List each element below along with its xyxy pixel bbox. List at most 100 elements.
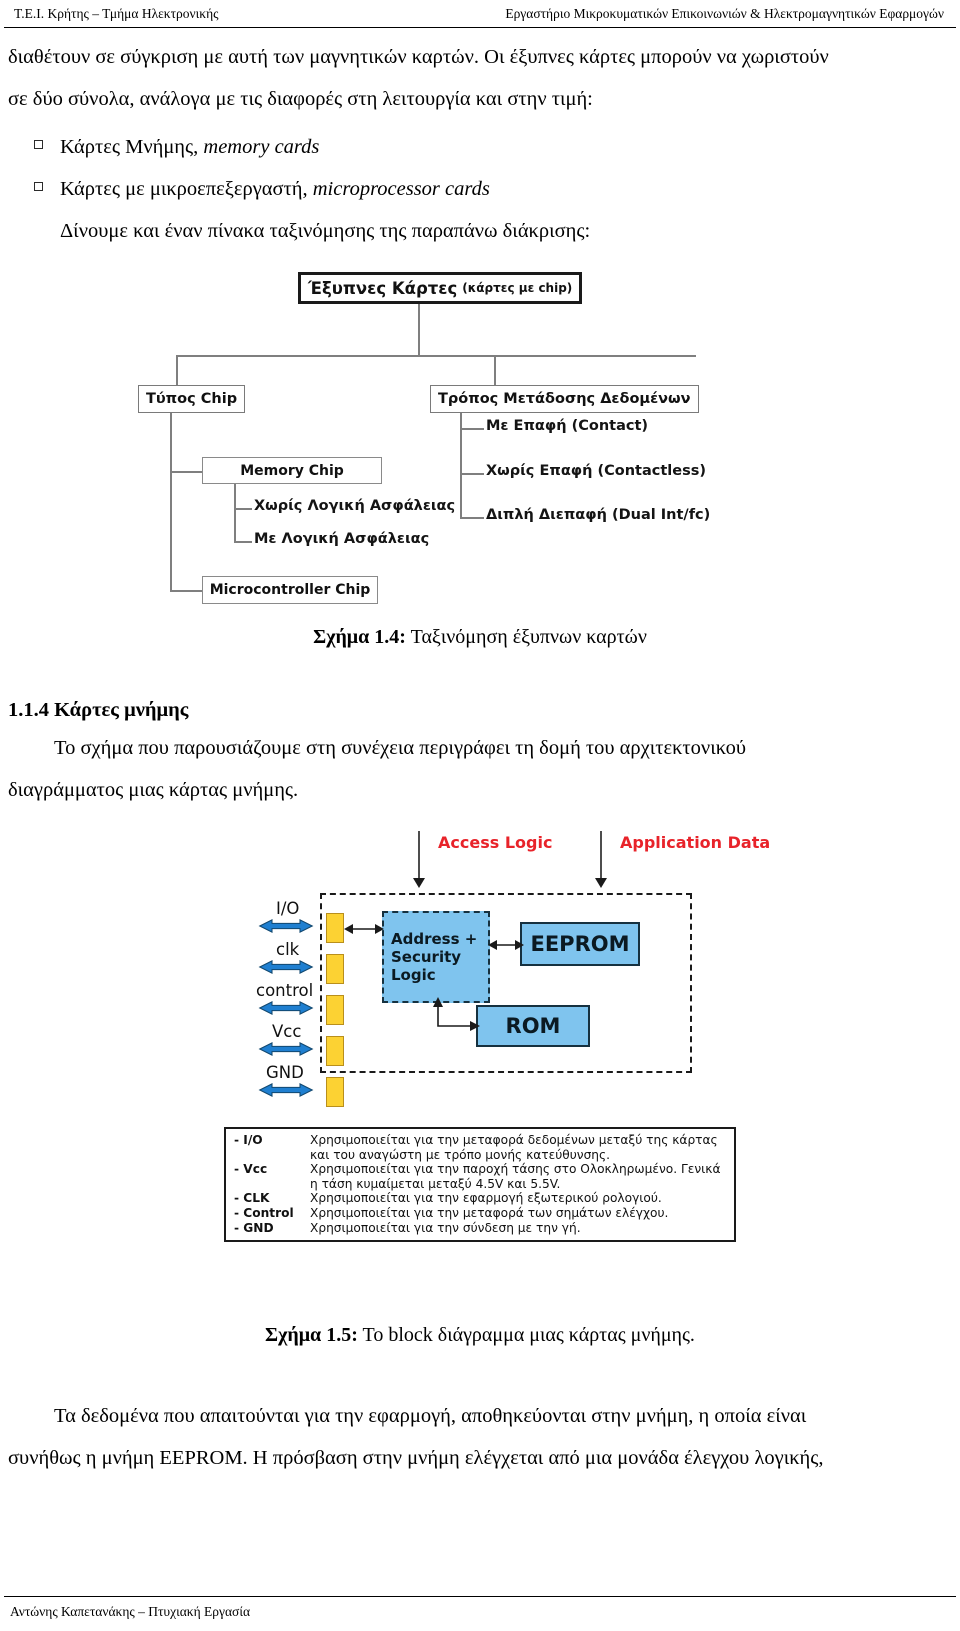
legend-value: Χρησιμοποιείται για την μεταφορά δεδομέν… bbox=[310, 1133, 718, 1162]
tree-line-to-leaf-no-logic bbox=[234, 508, 252, 510]
list-item: Κάρτες με μικροεπεξεργαστή, microprocess… bbox=[8, 168, 952, 210]
figure-1-4-caption-text: Ταξινόμηση έξυπνων καρτών bbox=[410, 626, 647, 648]
list-item: Κάρτες Μνήμης, memory cards bbox=[8, 126, 952, 168]
legend-row: - I/O Χρησιμοποιείται για την μεταφορά δ… bbox=[234, 1133, 728, 1162]
tree-node-microcontroller-chip: Microcontroller Chip bbox=[202, 576, 378, 604]
block-asl-line-2: Security bbox=[391, 948, 462, 966]
tree-leaf-with-security-logic: Με Λογική Ασφάλειας bbox=[254, 531, 430, 547]
bidirectional-arrow-control-icon bbox=[258, 1001, 314, 1015]
bidirectional-arrow-clk-icon bbox=[258, 960, 314, 974]
connector-logic-to-eeprom-icon bbox=[488, 940, 524, 950]
legend-value: Χρησιμοποιείται για την σύνδεση με την γ… bbox=[310, 1220, 581, 1235]
tree-line-right-drop bbox=[494, 355, 496, 385]
pin-label-vcc: Vcc bbox=[272, 1022, 302, 1041]
legend-key: - GND bbox=[234, 1220, 274, 1235]
paragraph-1-line-2: σε δύο σύνολα, ανάλογα με τις διαφορές σ… bbox=[8, 88, 593, 110]
tree-line-memory-rail bbox=[234, 484, 236, 542]
paragraph-after-bullets: Δίνουμε και έναν πίνακα ταξινόμησης της … bbox=[60, 220, 591, 242]
pin-label-clk: clk bbox=[276, 940, 300, 959]
connector-rom-to-logic-icon bbox=[433, 997, 480, 1031]
paragraph-2-line-1: Το σχήμα που παρουσιάζουμε στη συνέχεια … bbox=[54, 737, 746, 759]
pin-label-io: I/O bbox=[276, 899, 300, 918]
legend-value: Χρησιμοποιείται για την εφαρμογή εξωτερι… bbox=[310, 1191, 662, 1206]
contact-pad-control bbox=[326, 995, 344, 1025]
figure-1-5-caption: Σχήμα 1.5: Το block διάγραμμα μιας κάρτα… bbox=[8, 1319, 952, 1351]
paragraph-3-line-2: συνήθως η μνήμη EEPROM. Η πρόσβαση στην … bbox=[8, 1447, 824, 1469]
block-address-security-logic: Address + Security Logic bbox=[382, 911, 490, 1003]
bullet-square-icon bbox=[34, 140, 43, 149]
document-content: διαθέτουν σε σύγκριση με αυτή των μαγνητ… bbox=[8, 36, 952, 1479]
figure-1-5-caption-text: Το block διάγραμμα μιας κάρτας μνήμης. bbox=[362, 1324, 695, 1346]
bidirectional-arrow-io-icon bbox=[258, 919, 314, 933]
header-left-text: Τ.Ε.Ι. Κρήτης – Τμήμα Ηλεκτρονικής bbox=[14, 6, 219, 21]
block-eeprom: EEPROM bbox=[520, 922, 640, 966]
bullet-square-icon bbox=[34, 182, 43, 191]
bullet-2-latin: microprocessor cards bbox=[312, 178, 490, 200]
figure-1-4-caption-label: Σχήμα 1.4: bbox=[313, 626, 406, 648]
legend-key: - I/O bbox=[234, 1133, 263, 1147]
tree-line-left-drop bbox=[176, 355, 178, 385]
block-asl-line-1: Address + bbox=[391, 930, 478, 948]
bullet-1-latin: memory cards bbox=[203, 136, 320, 158]
tree-line-to-memory-chip bbox=[170, 471, 202, 473]
legend-row: - CLK Χρησιμοποιείται για την εφαρμογή ε… bbox=[234, 1191, 728, 1206]
arrow-access-logic-pointer bbox=[413, 831, 425, 888]
figure-1-4-classification-tree: Έξυπνες Κάρτες (κάρτες με chip) Τύπος Ch… bbox=[130, 268, 830, 613]
tree-node-root: Έξυπνες Κάρτες (κάρτες με chip) bbox=[298, 272, 583, 304]
block-asl-line-3: Logic bbox=[391, 966, 436, 984]
legend-row: - Vcc Χρησιμοποιείται για την παροχή τάσ… bbox=[234, 1162, 728, 1191]
tree-leaf-contact: Με Επαφή (Contact) bbox=[486, 418, 649, 434]
legend-key: - CLK bbox=[234, 1191, 270, 1206]
tree-line-to-leaf-contactless bbox=[460, 473, 484, 475]
tree-line-to-leaf-dual bbox=[460, 517, 484, 519]
contact-pad-gnd bbox=[326, 1077, 344, 1107]
paragraph-1-line-1: διαθέτουν σε σύγκριση με αυτή των μαγνητ… bbox=[8, 46, 829, 68]
tree-node-transmission-type: Τρόπος Μετάδοσης Δεδομένων bbox=[430, 385, 699, 413]
legend-value: Χρησιμοποιείται για την μεταφορά των σημ… bbox=[310, 1205, 669, 1220]
tree-line-root-stem bbox=[418, 304, 420, 356]
legend-key: - Vcc bbox=[234, 1162, 268, 1177]
tree-node-chip-type: Τύπος Chip bbox=[138, 385, 246, 413]
header-right-text: Εργαστήριο Μικροκυματικών Επικοινωνιών &… bbox=[505, 6, 944, 21]
tree-line-to-leaf-contact bbox=[460, 428, 484, 430]
tree-line-left-rail bbox=[170, 413, 172, 543]
tree-line-left-rail-lower bbox=[170, 543, 172, 591]
annotation-application-data: Application Data bbox=[620, 833, 771, 852]
pin-label-control: control bbox=[256, 981, 314, 1000]
pin-label-gnd: GND bbox=[266, 1063, 304, 1082]
paragraph-2-line-2: διαγράμματος μιας κάρτας μνήμης. bbox=[8, 779, 299, 801]
page-header: Τ.Ε.Ι. Κρήτης – Τμήμα Ηλεκτρονικής Εργασ… bbox=[0, 6, 960, 28]
contact-pad-clk bbox=[326, 954, 344, 984]
annotation-access-logic: Access Logic bbox=[438, 833, 553, 852]
footer-divider bbox=[4, 1596, 956, 1597]
bidirectional-arrow-gnd-icon bbox=[258, 1083, 314, 1097]
bidirectional-arrow-vcc-icon bbox=[258, 1042, 314, 1056]
tree-line-spine bbox=[176, 355, 696, 357]
header-divider bbox=[4, 27, 956, 28]
tree-line-to-leaf-with-logic bbox=[234, 541, 252, 543]
connector-pad-to-logic-icon bbox=[344, 924, 384, 934]
bullet-1-greek: Κάρτες Μνήμης, bbox=[60, 136, 199, 158]
page-footer: Αντώνης Καπετανάκης – Πτυχιακή Εργασία bbox=[10, 1604, 251, 1619]
legend-row: - GND Χρησιμοποιείται για την σύνδεση με… bbox=[234, 1221, 728, 1236]
tree-line-to-microcontroller-chip bbox=[170, 590, 202, 592]
legend-key: - Control bbox=[234, 1205, 294, 1220]
legend-row: - Control Χρησιμοποιείται για την μεταφο… bbox=[234, 1206, 728, 1221]
section-heading-1-1-4: 1.1.4 Κάρτες μνήμης bbox=[8, 699, 189, 721]
tree-node-root-sub: (κάρτες με chip) bbox=[462, 281, 573, 295]
tree-node-memory-chip: Memory Chip bbox=[202, 457, 382, 484]
figure-1-4-caption: Σχήμα 1.4: Ταξινόμηση έξυπνων καρτών bbox=[8, 621, 952, 653]
tree-node-root-main: Έξυπνες Κάρτες bbox=[308, 278, 458, 298]
contact-pad-io bbox=[326, 913, 344, 943]
bullet-2-greek: Κάρτες με μικροεπεξεργαστή, bbox=[60, 178, 308, 200]
tree-leaf-dual-interface: Διπλή Διεπαφή (Dual Int/fc) bbox=[486, 507, 711, 523]
tree-leaf-without-security-logic: Χωρίς Λογική Ασφάλειας bbox=[254, 498, 456, 514]
paragraph-3-line-1: Τα δεδομένα που απαιτούνται για την εφαρ… bbox=[54, 1405, 807, 1427]
arrow-application-data-pointer bbox=[595, 831, 607, 888]
tree-leaf-contactless: Χωρίς Επαφή (Contactless) bbox=[486, 463, 706, 479]
block-rom: ROM bbox=[476, 1005, 590, 1047]
signal-legend-box: - I/O Χρησιμοποιείται για την μεταφορά δ… bbox=[224, 1127, 736, 1243]
figure-1-5-block-diagram: Access Logic Application Data I/O clk co… bbox=[220, 827, 770, 1297]
figure-1-5-caption-label: Σχήμα 1.5: bbox=[265, 1324, 358, 1346]
contact-pad-vcc bbox=[326, 1036, 344, 1066]
